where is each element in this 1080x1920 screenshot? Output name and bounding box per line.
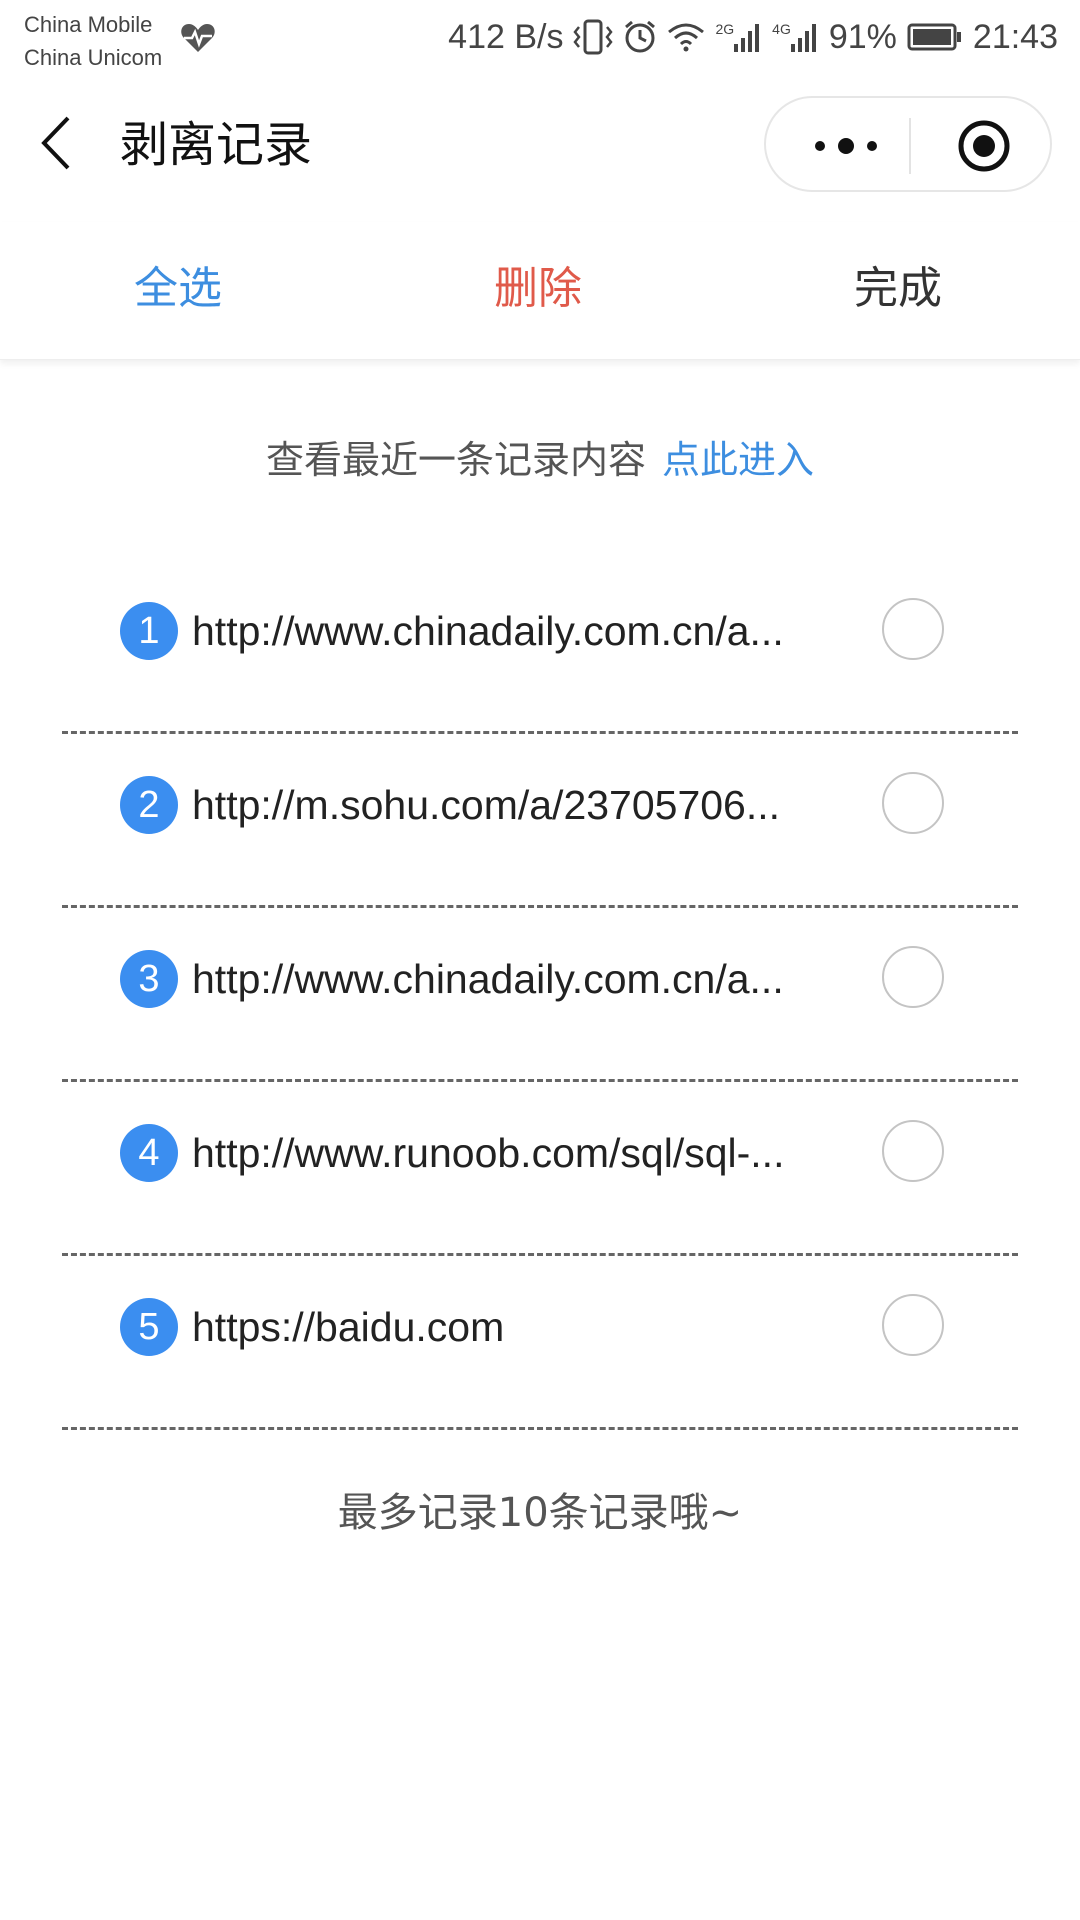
- signal-1: 2G: [715, 22, 762, 52]
- select-radio[interactable]: [882, 1294, 944, 1356]
- select-radio[interactable]: [882, 598, 944, 660]
- recent-record-hint: 查看最近一条记录内容 点此进入: [0, 430, 1080, 490]
- max-records-note: 最多记录10条记录哦~: [337, 1490, 743, 1536]
- record-list: 1 http://www.chinadaily.com.cn/a... 2 ht…: [62, 560, 1018, 1430]
- edit-toolbar: 全选 删除 完成: [0, 222, 1080, 360]
- select-radio[interactable]: [882, 772, 944, 834]
- mini-program-capsule: [764, 96, 1052, 192]
- chevron-left-icon[interactable]: [34, 112, 86, 174]
- signal-icon: [734, 24, 760, 52]
- page-title: 剥离记录: [120, 117, 313, 173]
- index-badge: 1: [120, 602, 178, 660]
- wifi-icon: [668, 23, 705, 52]
- signal-icon: [790, 24, 816, 52]
- battery-icon: [907, 23, 961, 51]
- heart-health-icon: [181, 24, 215, 52]
- list-item[interactable]: 4 http://www.runoob.com/sql/sql-...: [62, 1082, 1018, 1256]
- vibrate-icon: [573, 19, 614, 55]
- status-bar: China Mobile China Unicom 412 B/s 2G 4G …: [0, 0, 1080, 80]
- target-circle-icon[interactable]: [956, 118, 1012, 174]
- signal-2: 4G: [772, 22, 819, 52]
- done-button[interactable]: 完成: [854, 254, 942, 324]
- select-all-button[interactable]: 全选: [134, 254, 222, 324]
- record-url[interactable]: http://m.sohu.com/a/23705706...: [192, 772, 832, 838]
- navigation-bar: 剥离记录: [0, 84, 1080, 208]
- carrier-2: China Unicom: [24, 45, 163, 70]
- carrier-names: China Mobile China Unicom: [24, 8, 162, 74]
- battery-percent: 91%: [828, 17, 897, 56]
- status-icons: 412 B/s 2G 4G 91% 21:43: [448, 14, 1058, 60]
- index-badge: 4: [120, 1124, 178, 1182]
- record-url[interactable]: http://www.chinadaily.com.cn/a...: [192, 598, 832, 664]
- clock: 21:43: [972, 17, 1058, 56]
- alarm-icon: [625, 20, 656, 53]
- hint-text: 查看最近一条记录内容: [265, 438, 646, 482]
- list-item[interactable]: 1 http://www.chinadaily.com.cn/a...: [62, 560, 1018, 734]
- list-item[interactable]: 2 http://m.sohu.com/a/23705706...: [62, 734, 1018, 908]
- capsule-divider: [909, 118, 911, 174]
- select-radio[interactable]: [882, 1120, 944, 1182]
- net-speed: 412 B/s: [448, 17, 564, 56]
- index-badge: 5: [120, 1298, 178, 1356]
- select-radio[interactable]: [882, 946, 944, 1008]
- more-dots-icon[interactable]: [806, 126, 886, 166]
- index-badge: 3: [120, 950, 178, 1008]
- record-url[interactable]: http://www.runoob.com/sql/sql-...: [192, 1120, 832, 1186]
- delete-button[interactable]: 删除: [494, 254, 582, 324]
- list-item[interactable]: 3 http://www.chinadaily.com.cn/a...: [62, 908, 1018, 1082]
- record-url[interactable]: http://www.chinadaily.com.cn/a...: [192, 946, 832, 1012]
- list-item[interactable]: 5 https://baidu.com: [62, 1256, 1018, 1430]
- record-url[interactable]: https://baidu.com: [192, 1294, 832, 1360]
- enter-link[interactable]: 点此进入: [662, 438, 814, 482]
- carrier-1: China Mobile: [24, 12, 153, 37]
- index-badge: 2: [120, 776, 178, 834]
